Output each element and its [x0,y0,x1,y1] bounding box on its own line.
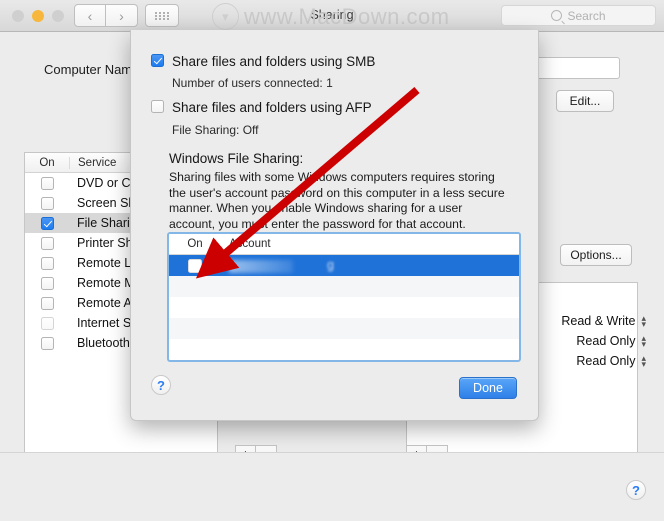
account-row[interactable] [169,276,519,297]
service-enable-cell [25,316,69,330]
service-enable-cell [25,296,69,310]
service-enable-cell [25,256,69,270]
permission-value: Read Only [576,334,636,348]
service-enable-cell [25,216,69,230]
service-checkbox[interactable] [40,236,54,250]
window-footer: ? [0,452,664,521]
permission-value: Read & Write [561,314,636,328]
sheet-help-button[interactable]: ? [151,375,171,395]
account-table-body: g [169,255,519,360]
smb-checkbox-row[interactable]: Share files and folders using SMB [151,54,375,69]
redacted-account-tail: g [327,258,334,273]
service-enable-cell [25,236,69,250]
account-checkbox[interactable] [188,258,202,273]
service-enable-cell [25,196,69,210]
computer-name-label: Computer Name: [44,62,143,77]
smb-connected-users: Number of users connected: 1 [172,76,333,90]
account-header-account: Account [229,238,271,250]
windows-file-sharing-heading: Windows File Sharing: [169,151,304,166]
permission-dropdown[interactable]: Read & Write ▴ ▾ [561,313,646,329]
service-checkbox[interactable] [40,336,54,350]
chevron-updown-icon: ▴ ▾ [641,353,646,369]
smb-checkbox[interactable] [151,54,164,67]
service-checkbox[interactable] [40,316,54,330]
afp-status: File Sharing: Off [172,123,259,137]
options-button[interactable]: Options... [560,244,632,266]
account-row[interactable] [169,318,519,339]
permission-dropdown[interactable]: Read Only ▴ ▾ [576,353,646,369]
permission-dropdown[interactable]: Read Only ▴ ▾ [576,333,646,349]
service-enable-cell [25,276,69,290]
edit-button[interactable]: Edit... [556,90,614,112]
search-placeholder: Search [567,8,606,23]
services-header-on: On [39,156,55,169]
account-enable-cell [169,258,221,273]
permission-value: Read Only [576,354,636,368]
service-checkbox[interactable] [40,276,54,290]
account-table: On Account g [167,232,521,362]
sharing-preferences-window: ‹ › Sharing ▾ www.MacDown.com Search Com… [0,0,664,521]
afp-checkbox-row[interactable]: Share files and folders using AFP [151,100,372,115]
account-header-on: On [187,238,203,250]
service-checkbox[interactable] [40,196,54,210]
afp-checkbox-label: Share files and folders using AFP [172,100,372,115]
service-enable-cell [25,336,69,350]
account-table-header: On Account [169,234,519,255]
account-name: g [221,258,519,273]
service-checkbox[interactable] [40,296,54,310]
search-input[interactable]: Search [501,5,656,26]
chevron-updown-icon: ▴ ▾ [641,333,646,349]
account-row[interactable] [169,297,519,318]
done-button[interactable]: Done [459,377,517,399]
redacted-account-name [229,259,293,273]
afp-checkbox[interactable] [151,100,164,113]
service-checkbox[interactable] [40,256,54,270]
chevron-updown-icon: ▴ ▾ [641,313,646,329]
service-checkbox[interactable] [40,176,54,190]
help-button[interactable]: ? [626,480,646,500]
windows-file-sharing-description: Sharing files with some Windows computer… [169,170,505,231]
account-row[interactable]: g [169,255,519,276]
account-row[interactable] [169,339,519,360]
smb-options-sheet: Share files and folders using SMB Number… [130,30,539,421]
search-icon [551,10,563,21]
smb-checkbox-label: Share files and folders using SMB [172,54,376,69]
service-enable-cell [25,176,69,190]
window-titlebar: ‹ › Sharing ▾ www.MacDown.com Search [0,0,664,32]
service-checkbox[interactable] [40,216,54,230]
